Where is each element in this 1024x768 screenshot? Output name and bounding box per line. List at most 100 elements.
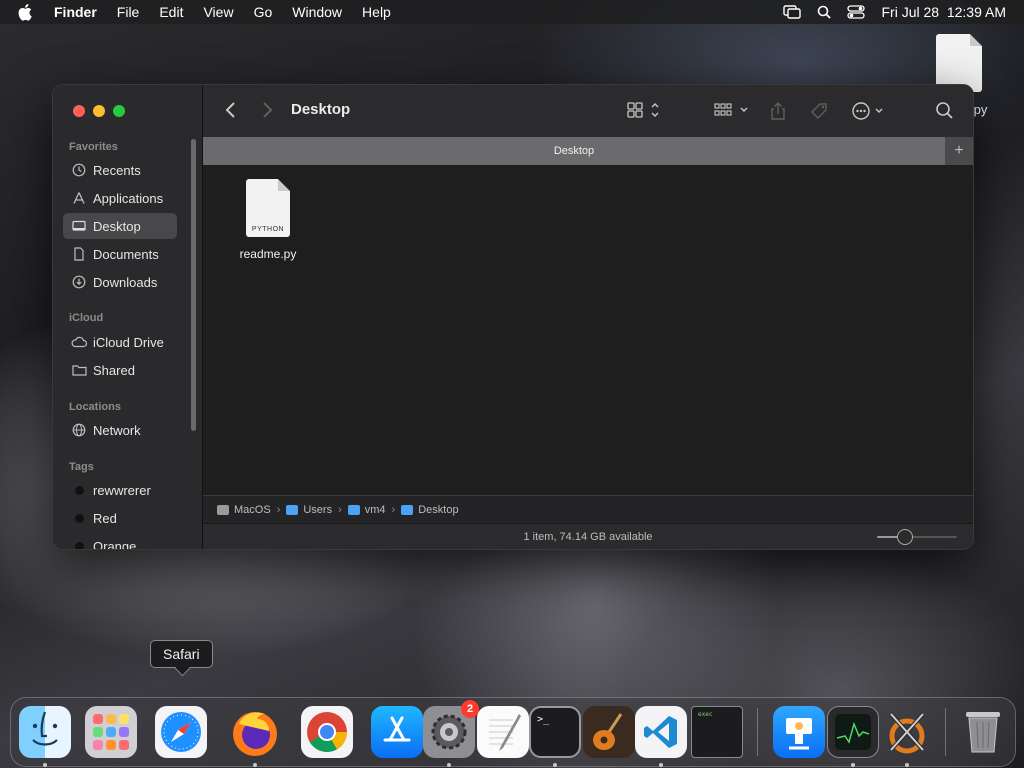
sidebar-item-label: rewwrerer xyxy=(93,482,151,498)
dock: 2 >_ exec xyxy=(10,697,1016,767)
menu-finder[interactable]: Finder xyxy=(54,4,107,20)
back-button[interactable] xyxy=(225,101,237,124)
menu-help[interactable]: Help xyxy=(352,4,401,20)
sidebar-item-label: Downloads xyxy=(93,274,158,290)
running-indicator xyxy=(253,763,257,767)
dock-safari[interactable] xyxy=(155,706,207,758)
share-icon[interactable] xyxy=(769,101,787,126)
menu-edit[interactable]: Edit xyxy=(149,4,193,20)
dock-tooltip: Safari xyxy=(150,640,213,668)
search-icon[interactable] xyxy=(935,101,955,126)
firefox-icon xyxy=(229,706,281,758)
dock-textedit[interactable] xyxy=(477,706,529,758)
launchpad-icon xyxy=(85,706,137,758)
finder-icon xyxy=(19,706,71,758)
sidebar-item-label: Recents xyxy=(93,162,141,178)
dock-launchpad[interactable] xyxy=(85,706,137,758)
dock-firefox[interactable] xyxy=(229,706,281,767)
tag-icon[interactable] xyxy=(809,101,829,126)
slider-knob[interactable] xyxy=(897,529,913,545)
file-name: readme.py xyxy=(239,247,297,261)
running-indicator xyxy=(43,763,47,767)
forward-button[interactable] xyxy=(261,101,273,124)
tag-dot-icon xyxy=(71,510,87,526)
dock-terminal[interactable]: >_ xyxy=(529,706,581,767)
sidebar-item-documents[interactable]: Documents xyxy=(63,241,177,267)
tab-desktop[interactable]: Desktop xyxy=(203,137,945,165)
exec-text: exec xyxy=(698,711,713,718)
vscode-icon xyxy=(635,706,687,758)
terminal-prompt-text: >_ xyxy=(537,714,550,725)
dock-app-store[interactable] xyxy=(371,706,423,758)
safari-icon xyxy=(155,706,207,758)
screen-mirroring-icon[interactable] xyxy=(783,5,802,19)
path-segment-label: MacOS xyxy=(234,504,271,516)
tags-heading: Tags xyxy=(69,461,94,473)
icon-size-slider[interactable] xyxy=(877,529,957,545)
path-chevron-icon: › xyxy=(391,504,396,516)
sidebar-item-network[interactable]: Network xyxy=(63,417,177,443)
apple-menu-icon[interactable] xyxy=(18,3,40,21)
path-segment-desktop[interactable]: Desktop xyxy=(401,504,459,516)
dock-trash[interactable] xyxy=(957,706,1009,758)
dock-keynote[interactable] xyxy=(773,706,825,758)
running-indicator xyxy=(553,763,557,767)
control-center-icon[interactable] xyxy=(847,5,866,19)
window-controls xyxy=(73,105,125,117)
menu-go[interactable]: Go xyxy=(244,4,283,20)
dock-chrome[interactable] xyxy=(301,706,353,758)
menu-clock[interactable]: Fri Jul 28 12:39 AM xyxy=(881,4,1006,20)
dock-script-editor[interactable]: exec xyxy=(691,706,743,758)
sidebar-scrollbar[interactable] xyxy=(191,139,196,431)
dock-activity-monitor[interactable] xyxy=(827,706,879,767)
garageband-icon xyxy=(583,706,635,758)
applications-icon xyxy=(71,190,87,206)
dock-finder[interactable] xyxy=(19,706,71,767)
file-area[interactable]: PYTHON readme.py xyxy=(203,165,973,495)
close-window-button[interactable] xyxy=(73,105,85,117)
dock-system-settings[interactable]: 2 xyxy=(423,700,479,767)
sidebar-item-label: iCloud Drive xyxy=(93,334,164,350)
sidebar-item-tag-orange[interactable]: Orange xyxy=(63,533,177,549)
icloud-heading: iCloud xyxy=(69,312,104,324)
path-segment-label: Users xyxy=(303,504,333,516)
zoom-window-button[interactable] xyxy=(113,105,125,117)
sidebar-item-downloads[interactable]: Downloads xyxy=(63,269,177,295)
menu-file[interactable]: File xyxy=(107,4,150,20)
tag-dot-icon xyxy=(71,482,87,498)
minimize-window-button[interactable] xyxy=(93,105,105,117)
sidebar-item-label: Documents xyxy=(93,246,159,262)
sidebar-item-recents[interactable]: Recents xyxy=(63,157,177,183)
sidebar-item-desktop[interactable]: Desktop xyxy=(63,213,177,239)
spotlight-search-icon[interactable] xyxy=(817,5,832,19)
sidebar-item-tag-rewwrerer[interactable]: rewwrerer xyxy=(63,477,177,503)
new-tab-button[interactable]: + xyxy=(945,137,973,165)
dock-garageband[interactable] xyxy=(583,706,635,758)
menu-window[interactable]: Window xyxy=(282,4,352,20)
script-editor-icon: exec xyxy=(691,706,743,758)
sidebar-item-icloud-drive[interactable]: iCloud Drive xyxy=(63,329,177,355)
dock-x-app[interactable] xyxy=(881,706,933,767)
menu-view[interactable]: View xyxy=(193,4,243,20)
sidebar-item-applications[interactable]: Applications xyxy=(63,185,177,211)
path-segment-vm4[interactable]: vm4 xyxy=(347,504,386,516)
file-item[interactable]: PYTHON readme.py xyxy=(233,179,303,261)
path-segment-users[interactable]: Users xyxy=(286,504,332,516)
sidebar: Favorites Recents Applications Desktop D… xyxy=(53,85,203,549)
python-file-icon: PYTHON xyxy=(246,179,290,237)
tab-bar: Desktop + xyxy=(203,137,973,166)
finder-window: Favorites Recents Applications Desktop D… xyxy=(52,84,974,550)
trash-icon xyxy=(957,706,1009,758)
sidebar-item-tag-red[interactable]: Red xyxy=(63,505,177,531)
sidebar-item-shared[interactable]: Shared xyxy=(63,357,177,383)
document-icon xyxy=(71,246,87,262)
keynote-icon xyxy=(773,706,825,758)
sidebar-item-label: Red xyxy=(93,510,117,526)
dock-vscode[interactable] xyxy=(635,706,687,767)
path-segment-macos[interactable]: MacOS xyxy=(217,504,271,516)
locations-heading: Locations xyxy=(69,401,121,413)
group-by-button[interactable] xyxy=(713,101,751,124)
globe-icon xyxy=(71,422,87,438)
icon-view-toggle[interactable] xyxy=(627,101,661,124)
more-actions-button[interactable] xyxy=(851,101,887,126)
